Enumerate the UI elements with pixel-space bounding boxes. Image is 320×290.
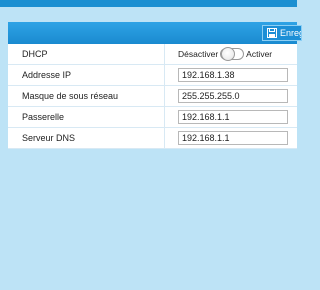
dns-server-cell xyxy=(166,128,297,148)
ip-address-field[interactable] xyxy=(178,68,288,82)
network-settings-form: DHCP Désactiver Activer Addresse IP Masq… xyxy=(8,44,297,149)
dhcp-value: Désactiver Activer xyxy=(166,44,297,64)
dns-server-field[interactable] xyxy=(178,131,288,145)
save-button[interactable]: Enregistrer xyxy=(262,25,302,41)
gateway-row: Passerelle xyxy=(8,107,297,128)
gateway-cell xyxy=(166,107,297,127)
save-button-label: Enregistrer xyxy=(280,28,302,38)
top-bar xyxy=(0,0,297,7)
save-icon xyxy=(267,28,277,38)
dhcp-toggle-group: Désactiver Activer xyxy=(178,47,272,61)
ip-address-row: Addresse IP xyxy=(8,65,297,86)
dns-server-label: Serveur DNS xyxy=(8,128,165,148)
dhcp-on-label: Activer xyxy=(246,49,273,59)
dns-server-row: Serveur DNS xyxy=(8,128,297,149)
dhcp-label: DHCP xyxy=(8,44,165,64)
subnet-mask-field[interactable] xyxy=(178,89,288,103)
ip-address-cell xyxy=(166,65,297,85)
dhcp-off-label: Désactiver xyxy=(178,49,219,59)
subnet-mask-cell xyxy=(166,86,297,106)
ip-address-label: Addresse IP xyxy=(8,65,165,85)
section-header-bar xyxy=(8,22,297,44)
toggle-knob[interactable] xyxy=(221,47,236,61)
dhcp-toggle[interactable] xyxy=(220,47,245,61)
subnet-mask-label: Masque de sous réseau xyxy=(8,86,165,106)
top-band xyxy=(0,7,297,22)
subnet-mask-row: Masque de sous réseau xyxy=(8,86,297,107)
gateway-field[interactable] xyxy=(178,110,288,124)
dhcp-row: DHCP Désactiver Activer xyxy=(8,44,297,65)
gateway-label: Passerelle xyxy=(8,107,165,127)
